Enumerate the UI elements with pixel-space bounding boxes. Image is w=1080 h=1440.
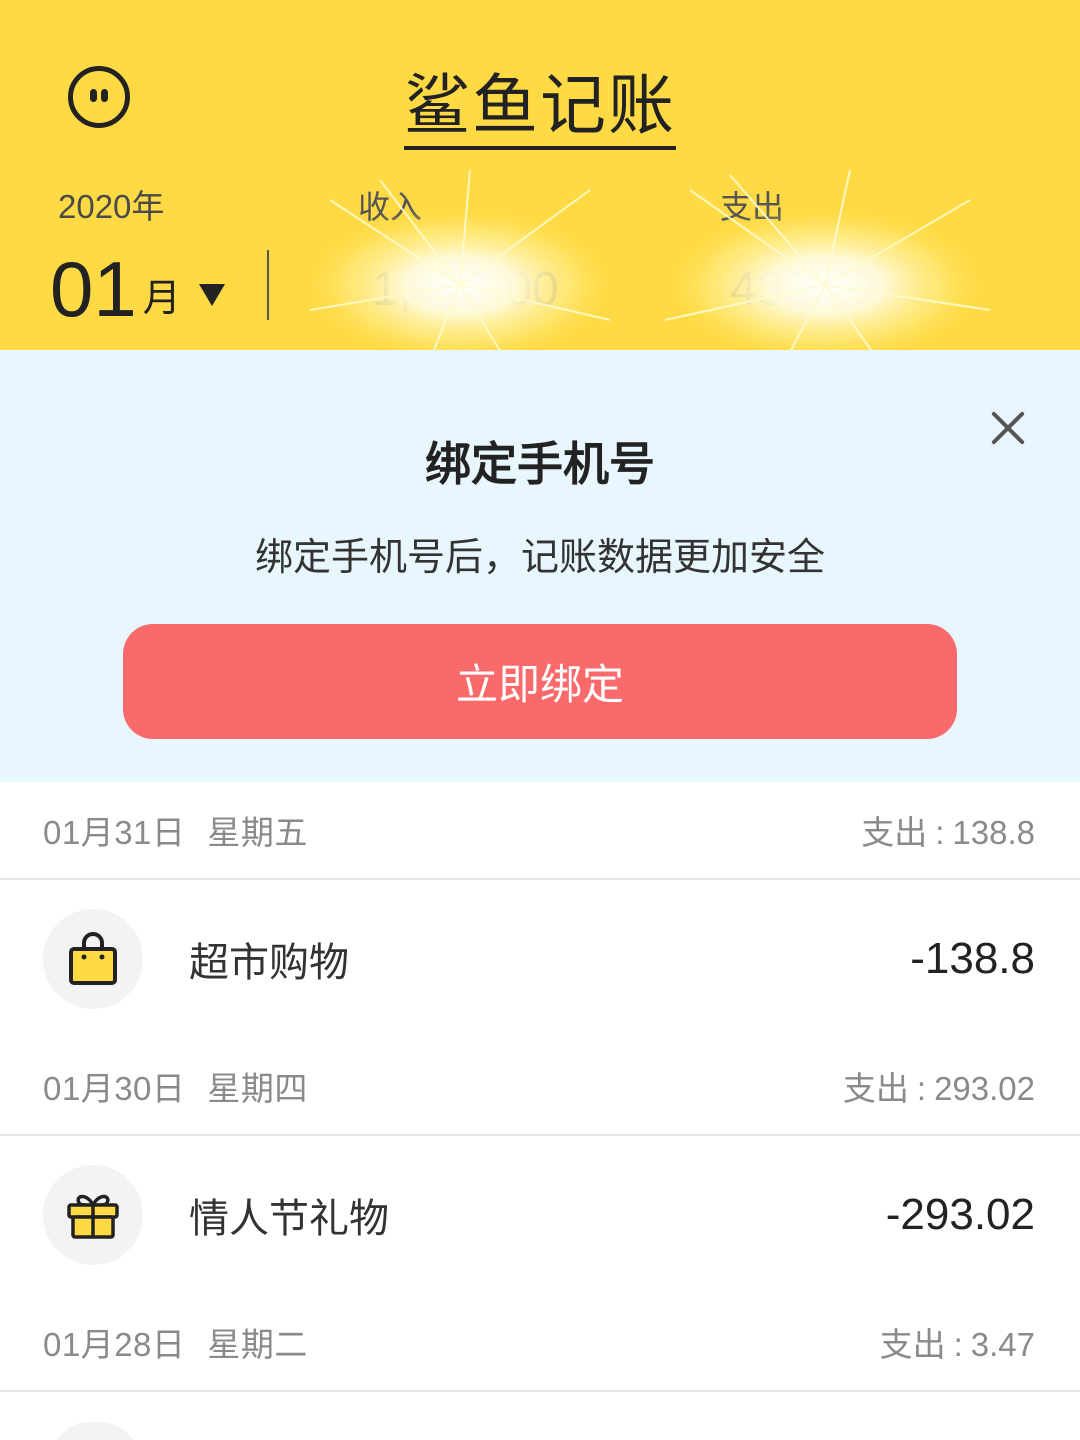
header: 鲨鱼记账 2020年 01 月 收入 1,457.00 支出 432.29 (0, 0, 1080, 411)
day-header: 01月28日 星期二 支出:3.47 (0, 1294, 1080, 1392)
expense-label: 支出 (720, 188, 785, 226)
record-row[interactable]: 情人节礼物 -293.02 (0, 1136, 1080, 1294)
day-summary-value: 138.8 (952, 814, 1035, 851)
shopping-bag-icon (69, 932, 117, 985)
day-summary-label: 支出 (861, 814, 928, 851)
year-label: 2020年 (58, 188, 165, 225)
day-weekday: 星期二 (207, 1326, 308, 1363)
month-unit: 月 (142, 276, 181, 320)
record-name: 情人节礼物 (189, 1196, 389, 1242)
dropdown-caret-icon (198, 284, 225, 306)
day-summary: 支出:138.8 (861, 814, 1035, 851)
day-weekday: 星期五 (207, 814, 308, 851)
header-divider (267, 250, 269, 320)
month-picker[interactable]: 01 月 (50, 238, 225, 328)
app-title: 鲨鱼记账 (0, 52, 1080, 150)
month-number: 01 (50, 245, 137, 333)
day-summary-value: 3.47 (970, 1326, 1035, 1363)
day-header: 01月30日 星期四 支出:293.02 (0, 1038, 1080, 1136)
record-row[interactable]: 超市购物 -138.8 (0, 880, 1080, 1038)
category-icon-circle (50, 1422, 140, 1440)
day-date-text: 01月30日 (43, 1070, 186, 1107)
gift-icon (67, 1194, 119, 1239)
bind-phone-banner: 绑定手机号 绑定手机号后，记账数据更加安全 立即绑定 (0, 350, 1080, 782)
records-list: 01月31日 星期五 支出:138.8 超市购物 -138.8 01月30日 星期四… (0, 782, 1080, 1440)
record-amount: -138.8 (910, 934, 1035, 983)
bind-now-button[interactable]: 立即绑定 (123, 624, 957, 739)
banner-title: 绑定手机号 (425, 437, 655, 491)
day-summary-value: 293.02 (934, 1070, 1035, 1107)
income-label: 收入 (358, 188, 423, 226)
category-icon-circle (43, 909, 143, 1009)
expense-value: 432.29 (730, 263, 877, 316)
day-summary: 支出:293.02 (842, 1070, 1035, 1107)
day-date: 01月30日 星期四 (43, 1062, 308, 1110)
banner-description: 绑定手机号后，记账数据更加安全 (254, 535, 825, 579)
day-summary-label: 支出 (879, 1326, 946, 1363)
record-amount: -293.02 (885, 1190, 1035, 1239)
day-summary-label: 支出 (842, 1070, 909, 1107)
day-date-text: 01月28日 (43, 1326, 186, 1363)
record-name: 超市购物 (189, 940, 349, 986)
day-header: 01月31日 星期五 支出:138.8 (0, 782, 1080, 880)
income-value: 1,457.00 (372, 263, 559, 316)
category-icon-circle (43, 1165, 143, 1265)
day-date-text: 01月31日 (43, 814, 186, 851)
day-summary: 支出:3.47 (879, 1326, 1035, 1363)
day-date: 01月31日 星期五 (43, 806, 308, 854)
day-date: 01月28日 星期二 (43, 1318, 308, 1366)
day-weekday: 星期四 (207, 1070, 308, 1107)
